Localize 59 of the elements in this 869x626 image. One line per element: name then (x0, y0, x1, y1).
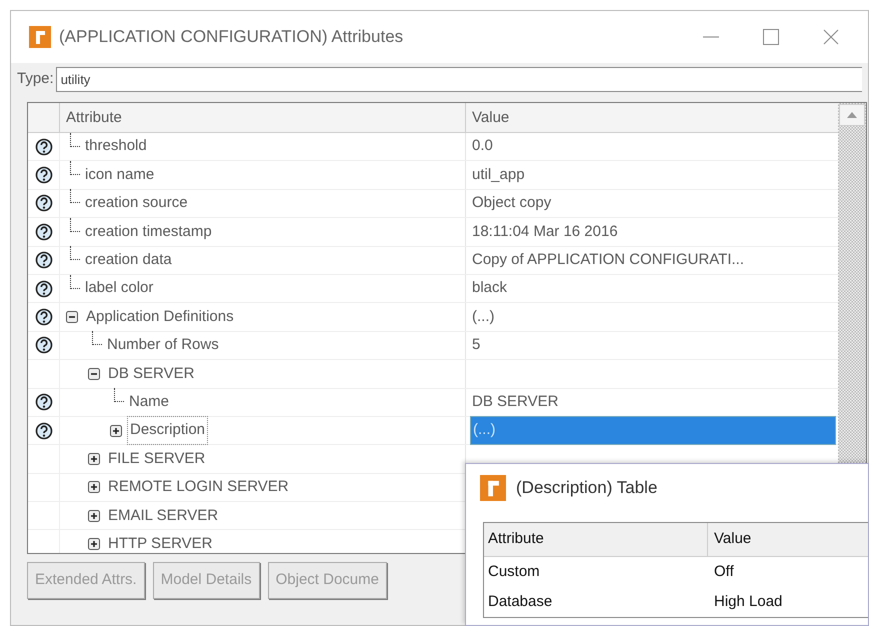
help-icon[interactable] (34, 166, 52, 184)
attribute-name: creation source (84, 193, 189, 214)
attribute-name: EMAIL SERVER (107, 506, 220, 526)
type-field[interactable]: utility (56, 67, 862, 92)
close-icon[interactable] (822, 28, 840, 46)
popup-title: (Description) Table (516, 477, 658, 500)
expand-icon[interactable] (88, 452, 100, 465)
attribute-value[interactable]: 0.0 (470, 133, 495, 160)
attribute-value[interactable]: DB SERVER (470, 388, 560, 416)
help-icon[interactable] (34, 393, 52, 412)
help-icon[interactable] (34, 336, 52, 354)
scroll-up-button[interactable] (839, 104, 865, 126)
help-icon[interactable] (34, 138, 52, 156)
help-icon[interactable] (34, 422, 52, 440)
column-header[interactable]: Value (466, 103, 516, 132)
table-cell-text: Database (487, 592, 554, 612)
expand-icon[interactable] (88, 538, 100, 550)
attribute-name: Description (128, 417, 208, 444)
attribute-name: creation timestamp (84, 222, 213, 242)
attribute-name: HTTP SERVER (107, 534, 214, 553)
help-icon[interactable] (34, 251, 52, 270)
help-icon[interactable] (34, 280, 52, 298)
attribute-value[interactable]: Copy of APPLICATION CONFIGURATI... (470, 247, 746, 274)
attribute-value[interactable]: 18:11:04 Mar 16 2016 (470, 218, 620, 246)
attribute-value[interactable]: 5 (470, 332, 482, 359)
maximize-icon[interactable] (762, 28, 780, 46)
attribute-name: DB SERVER (107, 364, 196, 384)
attribute-name: FILE SERVER (107, 448, 206, 469)
table-cell-text: High Load (713, 592, 782, 612)
attribute-value[interactable]: Object copy (470, 190, 554, 217)
attribute-name: creation data (84, 250, 173, 270)
collapse-icon[interactable] (66, 311, 78, 324)
attribute-value[interactable]: util_app (470, 162, 527, 188)
attribute-name: icon name (84, 164, 156, 185)
attribute-name: Name (128, 392, 170, 412)
attribute-name: label color (84, 278, 154, 298)
help-icon[interactable] (34, 194, 52, 212)
help-icon[interactable] (34, 222, 52, 241)
attribute-name: REMOTE LOGIN SERVER (107, 477, 290, 498)
app-icon (480, 475, 506, 501)
expand-icon[interactable] (110, 424, 122, 437)
table-cell-text: Custom (487, 562, 541, 582)
help-icon[interactable] (34, 308, 52, 326)
type-label: Type: (17, 69, 54, 90)
attribute-name: Application Definitions (85, 306, 235, 327)
table-cell-text: Off (713, 562, 734, 582)
attribute-value[interactable]: black (470, 275, 510, 302)
attribute-value[interactable]: (...) (470, 304, 496, 330)
expand-icon[interactable] (88, 481, 100, 494)
scroll-up-icon (847, 112, 857, 118)
expand-icon[interactable] (88, 510, 100, 522)
window-title: (APPLICATION CONFIGURATION) Attributes (59, 26, 404, 48)
app-icon (29, 26, 51, 48)
collapse-icon[interactable] (88, 368, 100, 380)
attribute-name: Number of Rows (106, 335, 220, 356)
column-header[interactable]: Attribute (484, 523, 708, 556)
attribute-name: threshold (84, 136, 148, 156)
column-header[interactable]: Attribute (60, 103, 466, 132)
column-header[interactable]: Value (708, 528, 752, 551)
